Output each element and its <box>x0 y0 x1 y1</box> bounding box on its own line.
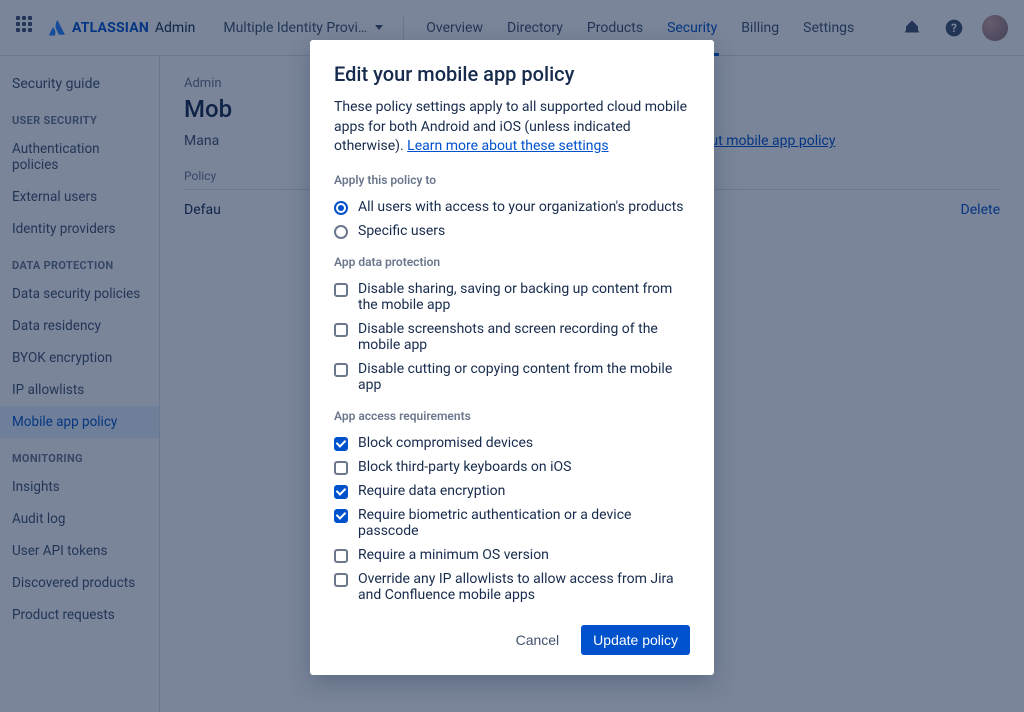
radio-icon <box>334 201 348 215</box>
modal-description: These policy settings apply to all suppo… <box>334 98 690 157</box>
checkbox-label: Disable screenshots and screen recording… <box>358 321 690 353</box>
section-data-protection: App data protection <box>334 255 690 269</box>
checkbox-label: Disable sharing, saving or backing up co… <box>358 281 690 313</box>
checkbox-icon <box>334 437 348 451</box>
check-access-req-1[interactable]: Block third-party keyboards on iOS <box>334 455 690 479</box>
checkbox-label: Require biometric authentication or a de… <box>358 507 690 539</box>
checkbox-label: Block compromised devices <box>358 435 533 451</box>
modal-overlay[interactable]: Edit your mobile app policy These policy… <box>0 0 1024 712</box>
checkbox-icon <box>334 323 348 337</box>
edit-policy-modal: Edit your mobile app policy These policy… <box>310 40 714 675</box>
radio-label: All users with access to your organizati… <box>358 199 683 215</box>
cancel-button[interactable]: Cancel <box>504 625 572 655</box>
checkbox-label: Disable cutting or copying content from … <box>358 361 690 393</box>
check-data-protection-1[interactable]: Disable screenshots and screen recording… <box>334 317 690 357</box>
check-access-req-2[interactable]: Require data encryption <box>334 479 690 503</box>
checkbox-label: Require data encryption <box>358 483 505 499</box>
checkbox-icon <box>334 573 348 587</box>
section-apply-policy: Apply this policy to <box>334 173 690 187</box>
checkbox-icon <box>334 485 348 499</box>
checkbox-icon <box>334 509 348 523</box>
radio-apply-1[interactable]: Specific users <box>334 219 690 243</box>
radio-label: Specific users <box>358 223 445 239</box>
modal-title: Edit your mobile app policy <box>334 62 690 86</box>
checkbox-icon <box>334 283 348 297</box>
radio-apply-0[interactable]: All users with access to your organizati… <box>334 195 690 219</box>
checkbox-icon <box>334 461 348 475</box>
check-access-req-0[interactable]: Block compromised devices <box>334 431 690 455</box>
section-access-requirements: App access requirements <box>334 409 690 423</box>
check-data-protection-0[interactable]: Disable sharing, saving or backing up co… <box>334 277 690 317</box>
check-access-req-4[interactable]: Require a minimum OS version <box>334 543 690 567</box>
check-access-req-3[interactable]: Require biometric authentication or a de… <box>334 503 690 543</box>
radio-icon <box>334 225 348 239</box>
update-policy-button[interactable]: Update policy <box>581 625 690 655</box>
checkbox-icon <box>334 549 348 563</box>
check-data-protection-2[interactable]: Disable cutting or copying content from … <box>334 357 690 397</box>
check-access-req-5[interactable]: Override any IP allowlists to allow acce… <box>334 567 690 607</box>
checkbox-icon <box>334 363 348 377</box>
modal-learn-more-link[interactable]: Learn more about these settings <box>407 138 608 154</box>
checkbox-label: Require a minimum OS version <box>358 547 549 563</box>
checkbox-label: Block third-party keyboards on iOS <box>358 459 571 475</box>
checkbox-label: Override any IP allowlists to allow acce… <box>358 571 690 603</box>
